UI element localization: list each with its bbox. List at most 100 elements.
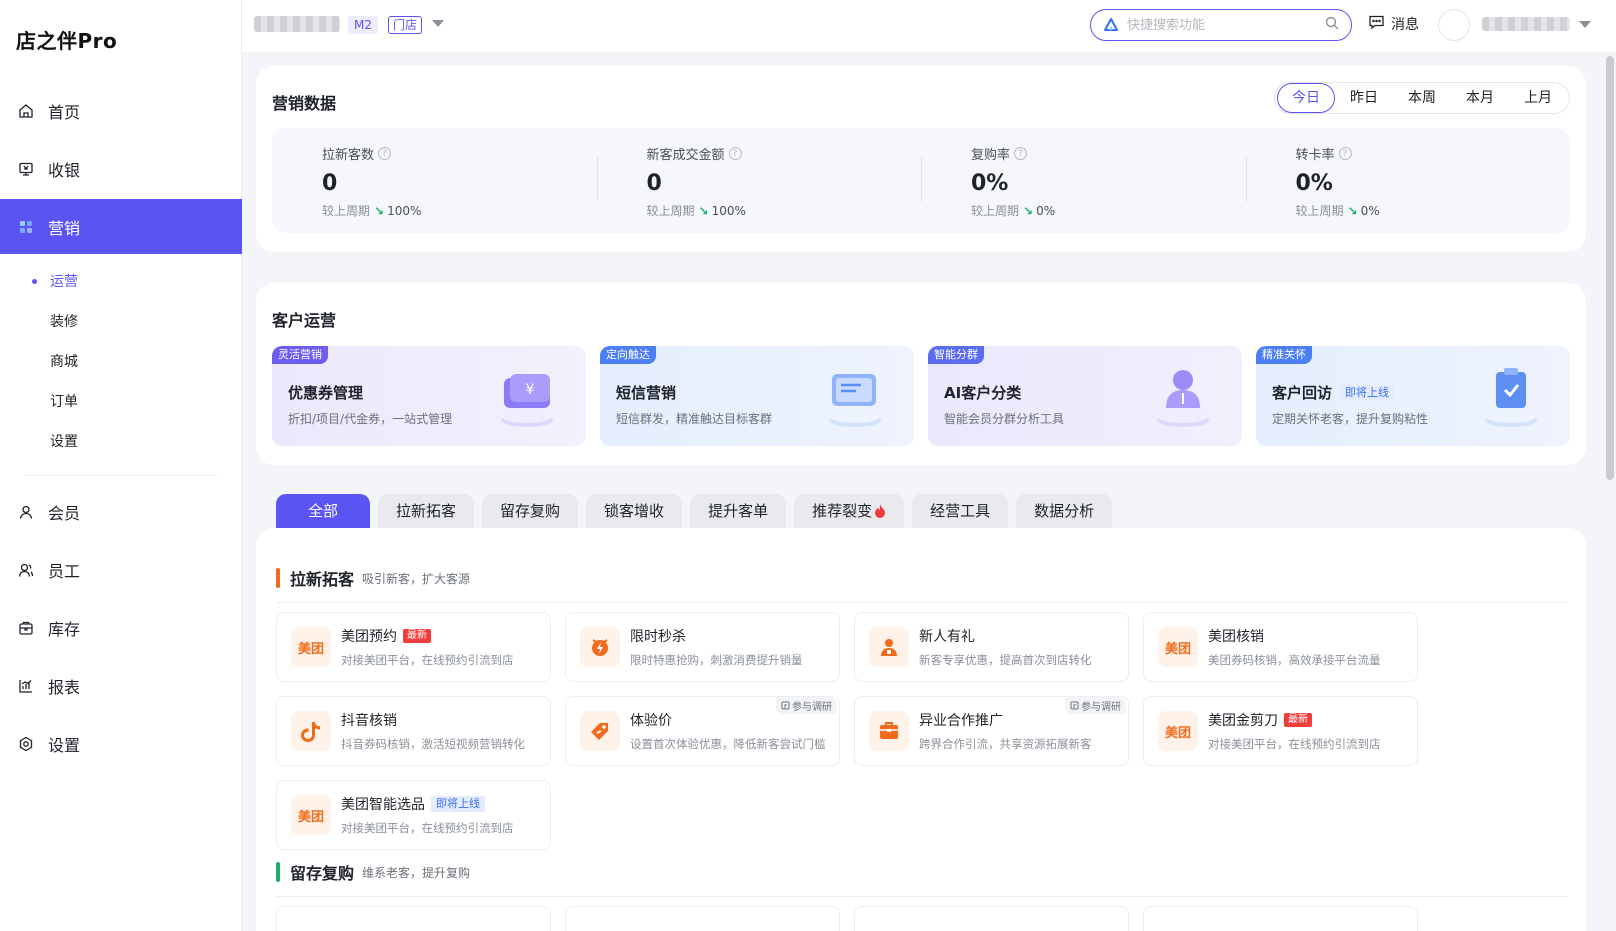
stat-new-customers: 拉新客数? 0 较上周期 ↘ 100% bbox=[272, 128, 597, 233]
store-name-redacted[interactable] bbox=[254, 16, 340, 32]
tool-douyin-redemption[interactable]: 抖音核销 抖音券码核销，激活短视频营销转化 bbox=[276, 696, 551, 766]
tool-card-partial[interactable] bbox=[1143, 906, 1418, 931]
feature-cards: 灵活营销 优惠券管理 折扣/项目/代金券，一站式管理 ¥ 定向触达 短信营销 短… bbox=[272, 346, 1570, 446]
feature-customer-follow-up[interactable]: 精准关怀 客户回访 即将上线 定期关怀老客，提升复购粘性 bbox=[1256, 346, 1570, 446]
tool-new-user-gift[interactable]: 新人有礼 新客专享优惠，提高首次到店转化 bbox=[854, 612, 1129, 682]
help-icon[interactable]: ? bbox=[728, 147, 742, 160]
sidebar-item-label: 首页 bbox=[48, 102, 81, 122]
scrollbar-thumb[interactable] bbox=[1606, 56, 1614, 480]
tab-all[interactable]: 全部 bbox=[276, 494, 371, 528]
coming-soon-badge: 即将上线 bbox=[1340, 384, 1395, 401]
chevron-down-icon[interactable] bbox=[1579, 21, 1591, 28]
help-icon[interactable]: ? bbox=[1014, 147, 1028, 160]
tab-referral[interactable]: 推荐裂变 bbox=[794, 494, 905, 528]
tool-meituan-redemption[interactable]: 美团 美团核销 美团券码核销，高效承接平台流量 bbox=[1143, 612, 1418, 682]
feature-desc: 智能会员分群分析工具 bbox=[944, 412, 1065, 426]
acquisition-tools-grid: 美团 美团预约 最新 对接美团平台，在线预约引流到店 限时秒杀 限时特惠抢购，刺激消费… bbox=[276, 612, 1418, 850]
meituan-icon: 美团 bbox=[1158, 711, 1198, 751]
tool-cross-industry-promotion[interactable]: 参与调研 异业合作推广 跨界合作引流，共享资源拓展新客 bbox=[854, 696, 1129, 766]
tool-card-partial[interactable] bbox=[854, 906, 1129, 931]
sidebar-item-label: 设置 bbox=[48, 735, 81, 755]
sidebar-item-home[interactable]: 首页 bbox=[0, 83, 242, 138]
sidebar-item-report[interactable]: 报表 bbox=[0, 658, 242, 713]
coupon-icon: ¥ bbox=[488, 358, 566, 436]
user-name-redacted[interactable] bbox=[1482, 17, 1570, 31]
period-switcher: 今日 昨日 本周 本月 上月 bbox=[1274, 82, 1570, 114]
tool-meituan-booking[interactable]: 美团 美团预约 最新 对接美团平台，在线预约引流到店 bbox=[276, 612, 551, 682]
staff-icon bbox=[18, 562, 34, 578]
help-icon[interactable]: ? bbox=[378, 147, 392, 160]
section-subtitle: 吸引新客，扩大客源 bbox=[362, 571, 471, 586]
page-scrollbar[interactable] bbox=[1604, 52, 1616, 931]
flash-sale-icon bbox=[580, 627, 620, 667]
settings-icon bbox=[18, 736, 34, 752]
search-brand-icon bbox=[1103, 17, 1119, 33]
tab-acquisition[interactable]: 拉新拓客 bbox=[378, 494, 475, 528]
search-box[interactable] bbox=[1090, 9, 1352, 41]
marketing-subnav: 运营 装修 商城 订单 设置 bbox=[0, 257, 242, 467]
feature-name: 短信营销 bbox=[616, 384, 677, 402]
tool-flash-sale[interactable]: 限时秒杀 限时特惠抢购，刺激消费提升销量 bbox=[565, 612, 840, 682]
sidebar-item-settings[interactable]: 设置 bbox=[0, 716, 242, 771]
feature-ai-customer-classification[interactable]: 智能分群 AI客户分类 智能会员分群分析工具 bbox=[928, 346, 1242, 446]
store-type-tag: 门店 bbox=[388, 16, 423, 34]
survey-badge[interactable]: 参与调研 bbox=[1065, 697, 1126, 714]
period-this-week[interactable]: 本周 bbox=[1393, 83, 1451, 113]
app-logo: 店之伴Pro bbox=[16, 29, 118, 53]
stat-new-customer-revenue: 新客成交金额? 0 较上周期 ↘ 100% bbox=[596, 128, 922, 233]
chevron-down-icon[interactable] bbox=[432, 20, 444, 27]
feature-desc: 折扣/项目/代金券，一站式管理 bbox=[288, 412, 453, 426]
compare-label: 较上周期 bbox=[322, 204, 371, 218]
subnav-item-operations[interactable]: 运营 bbox=[0, 261, 242, 301]
tool-name: 限时秒杀 bbox=[630, 629, 686, 645]
feature-desc: 定期关怀老客，提升复购粘性 bbox=[1272, 412, 1429, 426]
subnav-item-mall[interactable]: 商城 bbox=[0, 341, 242, 381]
tool-card-partial[interactable] bbox=[276, 906, 551, 931]
feature-sms-marketing[interactable]: 定向触达 短信营销 短信群发，精准触达目标客群 bbox=[600, 346, 914, 446]
subnav-item-orders[interactable]: 订单 bbox=[0, 381, 242, 421]
period-today[interactable]: 今日 bbox=[1277, 83, 1335, 113]
tab-lock-in[interactable]: 锁客增收 bbox=[586, 494, 683, 528]
tab-basket-size[interactable]: 提升客单 bbox=[690, 494, 787, 528]
search-input[interactable] bbox=[1127, 17, 1325, 33]
avatar[interactable] bbox=[1438, 9, 1470, 41]
sidebar-item-cashier[interactable]: 收银 bbox=[0, 141, 242, 196]
section-retention-header: 留存复购 维系老客，提升复购 bbox=[276, 860, 470, 884]
tool-card-partial[interactable] bbox=[565, 906, 840, 931]
subnav-item-decoration[interactable]: 装修 bbox=[0, 301, 242, 341]
inventory-icon bbox=[18, 620, 34, 636]
search-icon[interactable] bbox=[1325, 16, 1339, 34]
member-icon bbox=[18, 504, 34, 520]
feature-coupon-management[interactable]: 灵活营销 优惠券管理 折扣/项目/代金券，一站式管理 ¥ bbox=[272, 346, 586, 446]
compare-label: 较上周期 bbox=[646, 204, 695, 218]
period-yesterday[interactable]: 昨日 bbox=[1335, 83, 1393, 113]
tool-name: 体验价 bbox=[630, 713, 672, 729]
section-accent-bar bbox=[276, 862, 280, 882]
survey-badge[interactable]: 参与调研 bbox=[776, 697, 837, 714]
tool-trial-price[interactable]: 参与调研 体验价 设置首次体验优惠，降低新客尝试门槛 bbox=[565, 696, 840, 766]
sms-icon bbox=[816, 358, 894, 436]
sidebar-item-marketing[interactable]: 营销 bbox=[0, 199, 242, 254]
messages-button[interactable]: 消息 bbox=[1368, 14, 1419, 34]
retention-tools-grid bbox=[276, 906, 1418, 931]
sidebar-item-inventory[interactable]: 库存 bbox=[0, 600, 242, 655]
period-this-month[interactable]: 本月 bbox=[1451, 83, 1509, 113]
sidebar-item-member[interactable]: 会员 bbox=[0, 484, 242, 539]
tool-meituan-golden-scissors[interactable]: 美团 美团金剪刀 最新 对接美团平台，在线预约引流到店 bbox=[1143, 696, 1418, 766]
tab-retention[interactable]: 留存复购 bbox=[482, 494, 579, 528]
sidebar-nav: 首页 收银 营销 运营 装修 商城 订单 设置 会员 员工 库存 报表 设置 bbox=[0, 80, 242, 774]
feature-badge: 灵活营销 bbox=[272, 346, 328, 364]
feature-name: 客户回访 即将上线 bbox=[1272, 382, 1395, 403]
tab-business-tools[interactable]: 经营工具 bbox=[912, 494, 1009, 528]
clipboard-check-icon bbox=[1472, 358, 1550, 436]
help-icon[interactable]: ? bbox=[1338, 147, 1352, 160]
sidebar-item-staff[interactable]: 员工 bbox=[0, 542, 242, 597]
tool-desc: 对接美团平台，在线预约引流到店 bbox=[1208, 737, 1381, 751]
section-title: 留存复购 bbox=[290, 864, 355, 883]
subnav-item-settings[interactable]: 设置 bbox=[0, 421, 242, 461]
period-last-month[interactable]: 上月 bbox=[1509, 83, 1567, 113]
marketing-icon bbox=[18, 219, 34, 235]
tool-meituan-smart-selection[interactable]: 美团 美团智能选品 即将上线 对接美团平台，在线预约引流到店 bbox=[276, 780, 551, 850]
tab-data-analysis[interactable]: 数据分析 bbox=[1016, 494, 1113, 528]
trend-down-icon: ↘ bbox=[698, 203, 709, 218]
